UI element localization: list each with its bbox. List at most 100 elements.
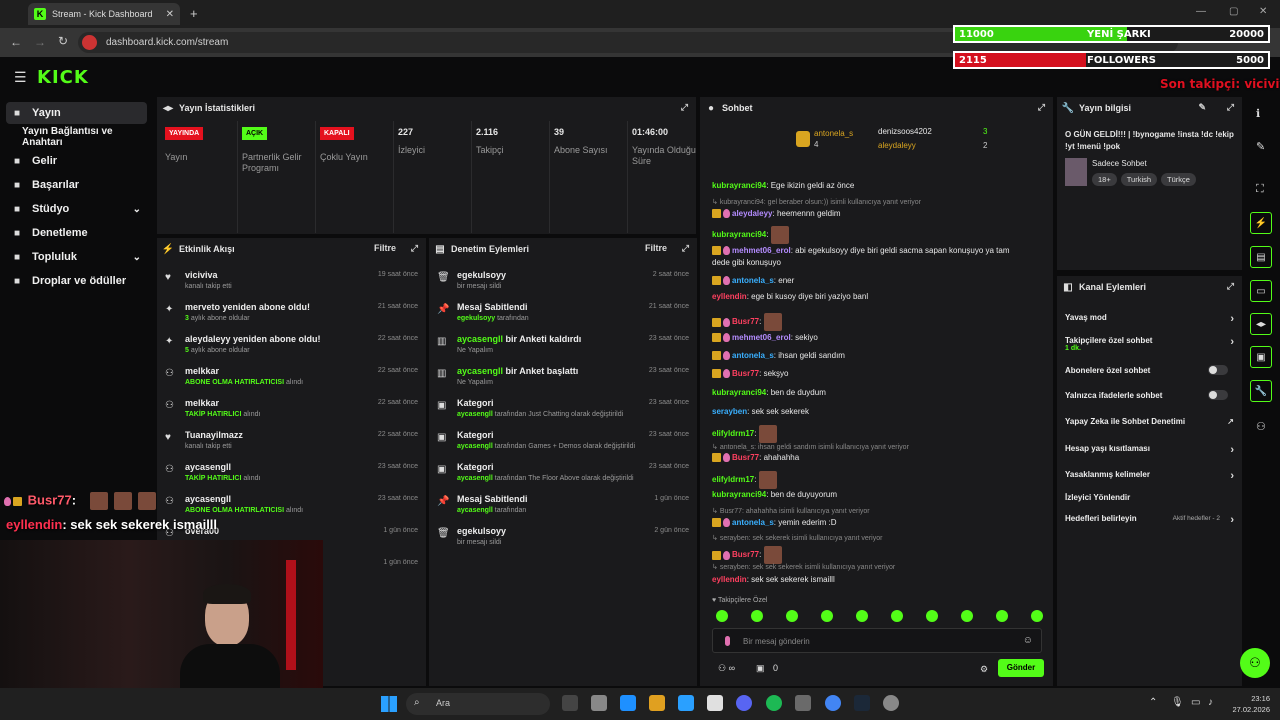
chat-input[interactable]: Bir mesaj gönderin ☺ <box>712 628 1042 653</box>
chat-message[interactable]: serayben: sek sek sekerek <box>712 407 1043 416</box>
chat-username[interactable]: antonela_s <box>732 518 774 527</box>
chat-username[interactable]: kubrayranci94 <box>712 490 766 499</box>
channel-action-row[interactable]: Yalnızca ifadelerle sohbet <box>1065 390 1234 407</box>
chat-username[interactable]: kubrayranci94 <box>712 181 766 190</box>
network-icon[interactable]: ▭ <box>1191 697 1200 708</box>
chat-message[interactable]: Busr77: <box>712 313 1043 331</box>
spotify-icon[interactable] <box>766 695 782 711</box>
chat-username[interactable]: Busr77 <box>732 369 759 378</box>
emote-icon[interactable] <box>1031 610 1043 622</box>
menu-icon[interactable]: ☰ <box>14 69 27 86</box>
site-icon[interactable] <box>82 35 97 50</box>
send-button[interactable]: Gönder <box>998 659 1044 677</box>
chat-message[interactable]: mehmet06_erol: abi egekulsoyy diye biri … <box>712 246 1043 256</box>
emote-icon[interactable] <box>716 610 728 622</box>
activity-row[interactable]: ✦ merveto yeniden abone oldu! 3 aylık abon… <box>165 300 418 330</box>
info-popout-icon[interactable]: ⤢ <box>1227 102 1234 113</box>
rail-edit-icon[interactable]: ✎ <box>1256 140 1265 153</box>
activity-row[interactable]: ♥ viciviva kanalı takip etti 19 saat önce <box>165 268 418 298</box>
emote-icon[interactable] <box>821 610 833 622</box>
chat-message[interactable]: elifyldrm17: <box>712 425 1043 443</box>
mail-icon[interactable] <box>707 695 723 711</box>
activity-row[interactable]: ⚇ aycasengll TAKİP HATIRLICI alındı 23 saat… <box>165 460 418 490</box>
chat-username[interactable]: eyllendin <box>712 575 747 584</box>
activity-row[interactable]: ⚇ melkkar TAKİP HATIRLICI alındı 22 saat ön… <box>165 396 418 426</box>
chat-message[interactable]: kubrayranci94: ben de duydum <box>712 388 1043 397</box>
forward-icon[interactable]: → <box>34 35 46 49</box>
rail-card-button[interactable]: ▣ <box>1250 346 1272 368</box>
chat-message[interactable]: kubrayranci94: <box>712 226 1043 244</box>
close-tab-icon[interactable]: ✕ <box>166 9 174 20</box>
close-window-icon[interactable]: ✕ <box>1259 6 1267 17</box>
info-icon[interactable]: ℹ <box>1256 107 1260 120</box>
chat-message[interactable]: Busr77: sekşyo <box>712 369 1043 379</box>
channel-action-row[interactable]: Yasaklanmış kelimeler › <box>1065 470 1234 486</box>
kick-logo[interactable]: KICK <box>37 67 89 88</box>
tag-pill[interactable]: Turkish <box>1120 173 1158 186</box>
explorer-icon[interactable] <box>649 695 665 711</box>
obs-icon[interactable] <box>883 695 899 711</box>
chat-username[interactable]: serayben <box>712 407 747 416</box>
maximize-icon[interactable]: ▢ <box>1229 6 1238 17</box>
toggle-switch[interactable] <box>1208 365 1228 375</box>
moderation-row[interactable]: ▣ Kategori aycasengll tarafından Games + D… <box>437 428 689 458</box>
emoji-icon[interactable]: ☺ <box>1023 635 1033 646</box>
chat-message[interactable]: mehmet06_erol: sekiyo <box>712 333 1043 343</box>
chat-reply-context[interactable]: ↳ serayben: sek sek sekerek isimli kulla… <box>712 563 1043 571</box>
chat-message[interactable]: elifyldrm17: <box>712 471 1043 489</box>
windows-start-icon[interactable] <box>381 696 397 712</box>
discord-icon[interactable] <box>736 695 752 711</box>
chat-username[interactable]: mehmet06_erol <box>732 246 791 255</box>
sidebar-item-5[interactable]: ■ Denetleme <box>6 222 147 244</box>
focus-icon[interactable]: ⛶ <box>1256 183 1264 196</box>
mic-icon[interactable] <box>725 636 730 646</box>
category-name[interactable]: Sadece Sohbet <box>1092 159 1147 168</box>
emote-icon[interactable] <box>751 610 763 622</box>
channel-action-row[interactable]: Abonelere özel sohbet <box>1065 365 1234 382</box>
viewer-list-icon[interactable]: ⚇ ∞ <box>718 663 735 674</box>
sidebar-item-2[interactable]: ■ Gelir <box>6 150 147 172</box>
toggle-switch[interactable] <box>1208 390 1228 400</box>
chat-message[interactable]: Busr77: ahahahha <box>712 453 1043 463</box>
moderation-row[interactable]: ▣ Kategori aycasengll tarafından Just Chat… <box>437 396 689 426</box>
chat-popout-icon[interactable]: ⤢ <box>1038 102 1045 113</box>
channel-action-row[interactable]: Hedefleri belirleyin Aktif hedefler - 2 › <box>1065 514 1234 530</box>
chat-username[interactable]: antonela_s <box>732 351 774 360</box>
reload-icon[interactable]: ↻ <box>58 34 68 48</box>
sidebar-item-7[interactable]: ■ Droplar ve ödüller <box>6 270 147 292</box>
rail-notes-button[interactable]: ▤ <box>1250 246 1272 268</box>
emote-icon[interactable] <box>856 610 868 622</box>
moderation-row[interactable]: ▥ aycasengll bir Anket başlattı Ne Yapalım… <box>437 364 689 394</box>
chat-username[interactable]: antonela_s <box>732 276 774 285</box>
back-icon[interactable]: ← <box>10 35 22 49</box>
channel-action-row[interactable]: Yapay Zeka ile Sohbet Denetimi ↗ <box>1065 417 1234 433</box>
emote-icon[interactable] <box>786 610 798 622</box>
activity-row[interactable]: ♥ Tuanayilmazz kanalı takip etti 22 saat ö… <box>165 428 418 458</box>
chat-username[interactable]: elifyldrm17 <box>712 429 754 438</box>
sidebar-item-3[interactable]: ■ Başarılar <box>6 174 147 196</box>
volume-icon[interactable]: ♪ <box>1208 697 1213 708</box>
moderation-row[interactable]: 📌 Mesaj Sabitlendi egekulsoyy tarafından 21… <box>437 300 689 330</box>
emote-icon[interactable] <box>961 610 973 622</box>
chat-username[interactable]: Busr77 <box>732 317 759 326</box>
moderation-popout-icon[interactable]: ⤢ <box>682 243 689 254</box>
gift-icon[interactable]: ▣ 0 <box>756 663 778 674</box>
channel-action-row[interactable]: Hesap yaşı kısıtlaması › <box>1065 444 1234 460</box>
sidebar-item-0[interactable]: ■ Yayın <box>6 102 147 124</box>
chat-username[interactable]: aleydaleyy <box>732 209 772 218</box>
chat-username[interactable]: kubrayranci94 <box>712 388 766 397</box>
chat-username[interactable]: elifyldrm17 <box>712 475 754 484</box>
store-icon[interactable] <box>678 695 694 711</box>
files-icon[interactable] <box>591 695 607 711</box>
channel-action-row[interactable]: İzleyici Yönlendir <box>1065 493 1234 509</box>
widgets-icon[interactable] <box>562 695 578 711</box>
chat-reply-context[interactable]: ↳ Busr77: ahahahha isimli kullanıcıya ya… <box>712 507 1043 515</box>
chat-username[interactable]: mehmet06_erol <box>732 333 791 342</box>
chat-message[interactable]: antonela_s: ihsan geldi sandım <box>712 351 1043 361</box>
popout-icon[interactable]: ⤢ <box>681 102 688 113</box>
chat-message[interactable]: Busr77: <box>712 546 1043 564</box>
chat-username[interactable]: Busr77 <box>732 453 759 462</box>
rail-chat-button[interactable]: ▭ <box>1250 280 1272 302</box>
emote-icon[interactable] <box>926 610 938 622</box>
chat-reply-context[interactable]: ↳ kubrayranci94: gel beraber olsun:)) is… <box>712 198 1043 206</box>
